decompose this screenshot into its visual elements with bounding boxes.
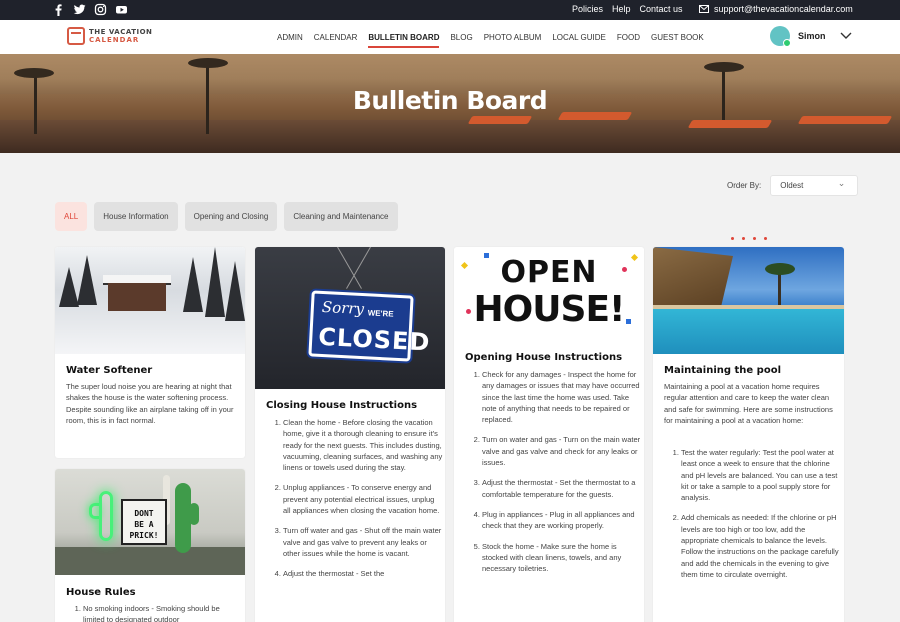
support-email-link[interactable]: support@thevacationcalendar.com [699,4,853,14]
avatar [770,26,791,47]
filter-all[interactable]: ALL [55,202,88,231]
filter-opening-and-closing[interactable]: Opening and Closing [184,202,278,231]
top-bar: Policies Help Contact us support@thevaca… [0,0,900,20]
post-card-water-softener[interactable]: Water Softener The super loud noise you … [55,247,245,458]
instagram-icon[interactable] [94,3,107,16]
social-links [52,3,128,17]
card-title: Maintaining the pool [664,365,781,376]
loading-dots [731,237,767,240]
card-title: House Rules [66,587,136,598]
twitter-icon[interactable] [73,3,86,16]
support-email: support@thevacationcalendar.com [714,4,853,14]
nav-item-bulletin-board[interactable]: BULLETIN BOARD [368,33,440,48]
card-list: Check for any damages - Inspect the home… [482,369,642,583]
order-by-select[interactable]: Oldest [770,175,859,196]
list-item: Check for any damages - Inspect the home… [482,369,642,425]
card-text: Maintaining a pool at a vacation home re… [664,382,833,425]
list-item: No smoking indoors - Smoking should be l… [83,603,238,622]
logo-line-1: THE VACATION [89,28,153,36]
card-list: Clean the home - Before closing the vaca… [283,417,443,589]
card-title: Closing House Instructions [266,400,418,411]
list-item: Turn off water and gas - Shut off the ma… [283,525,443,559]
logo-text: THE VACATION CALENDAR [89,28,152,44]
logo-line-2: CALENDAR [89,36,140,44]
nav-item-guest-book[interactable]: GUEST BOOK [651,33,704,48]
nav-item-local-guide[interactable]: LOCAL GUIDE [552,33,606,48]
open-house-image: OPEN HOUSE! [454,247,644,343]
nav-item-photo-album[interactable]: PHOTO ALBUM [484,33,542,48]
card-text: The super loud noise you are hearing at … [66,382,234,425]
card-title: Opening House Instructions [465,352,623,363]
list-item: Adjust the thermostat - Set the [283,568,443,579]
list-item: Add chemicals as needed: If the chlorine… [681,512,841,580]
page-title: Bulletin Board [352,86,548,115]
hero-banner: Bulletin Board [0,54,900,153]
list-item: Adjust the thermostat - Set the thermost… [482,477,642,500]
filter-house-information[interactable]: House Information [94,202,178,231]
contact-us-link[interactable]: Contact us [640,4,683,14]
main-navbar: THE VACATION CALENDAR ADMIN CALENDAR BUL… [0,20,900,54]
category-filters: ALL House Information Opening and Closin… [55,202,398,231]
list-item: Plug in appliances - Plug in all applian… [482,509,642,532]
chevron-down-icon [840,32,852,39]
cactus-decor-image: DONT BE A PRICK! [55,469,245,575]
user-menu[interactable]: Simon [770,26,852,47]
infinity-pool-image [653,247,844,354]
post-card-house-rules[interactable]: DONT BE A PRICK! House Rules No smoking … [55,469,245,622]
filter-cleaning-and-maintenance[interactable]: Cleaning and Maintenance [284,202,398,231]
top-links: Policies Help Contact us [572,4,683,14]
policies-link[interactable]: Policies [572,4,603,14]
post-card-closing-instructions[interactable]: Sorry WE'RE CLOSED Closing House Instruc… [255,247,445,622]
card-list: Test the water regularly: Test the pool … [681,447,841,589]
post-card-opening-instructions[interactable]: OPEN HOUSE! Opening House Instructions C… [454,247,644,622]
list-item: Unplug appliances - To conserve energy a… [283,482,443,516]
main-menu: ADMIN CALENDAR BULLETIN BOARD BLOG PHOTO… [277,33,704,48]
list-item: Clean the home - Before closing the vaca… [283,417,443,473]
order-by: Order By: Oldest [727,175,859,196]
site-logo[interactable]: THE VACATION CALENDAR [67,27,152,45]
nav-item-calendar[interactable]: CALENDAR [314,33,358,48]
dont-be-a-prick-sign: DONT BE A PRICK! [121,499,167,545]
snowy-cabin-image [55,247,245,354]
card-list: No smoking indoors - Smoking should be l… [83,603,238,622]
list-item: Stock the home - Make sure the home is s… [482,541,642,575]
order-by-label: Order By: [727,181,762,190]
nav-item-blog[interactable]: BLOG [450,33,472,48]
youtube-icon[interactable] [115,3,128,16]
list-item: Turn on water and gas - Turn on the main… [482,434,642,468]
card-title: Water Softener [66,365,153,376]
facebook-icon[interactable] [52,3,65,17]
mail-icon [699,5,709,13]
closed-sign-image: Sorry WE'RE CLOSED [255,247,445,389]
post-card-maintaining-pool[interactable]: Maintaining the pool Maintaining a pool … [653,247,844,622]
nav-item-admin[interactable]: ADMIN [277,33,303,48]
calendar-logo-icon [67,27,85,45]
list-item: Test the water regularly: Test the pool … [681,447,841,503]
nav-item-food[interactable]: FOOD [617,33,640,48]
user-name: Simon [798,31,826,41]
help-link[interactable]: Help [612,4,631,14]
